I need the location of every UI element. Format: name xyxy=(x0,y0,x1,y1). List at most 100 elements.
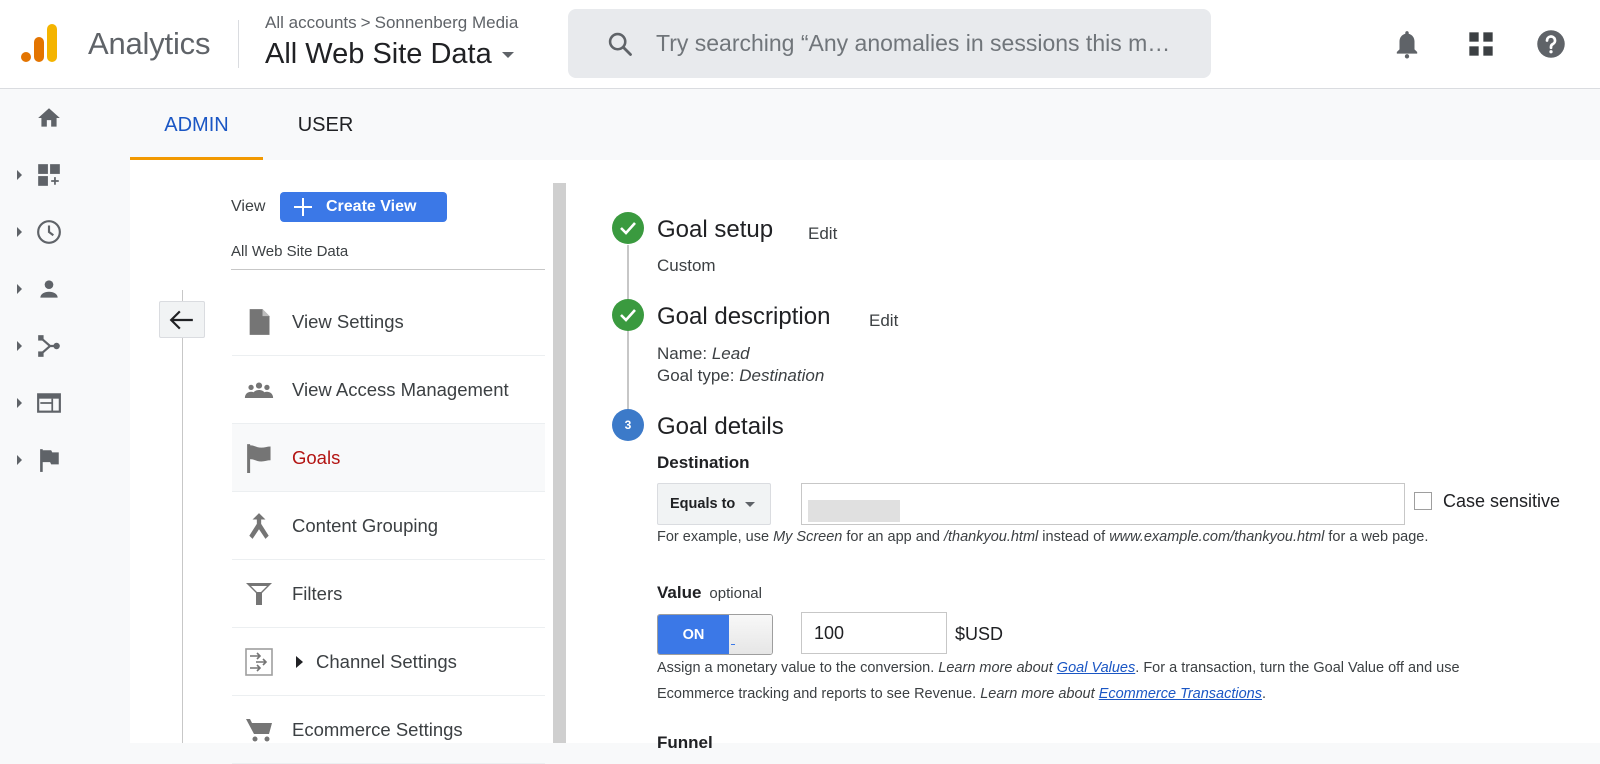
notifications-icon[interactable] xyxy=(1391,28,1423,60)
value-amount-input[interactable] xyxy=(801,612,947,654)
value-help-line-1: Assign a monetary value to the conversio… xyxy=(657,660,1460,676)
search-icon xyxy=(608,32,632,56)
expand-arrow-icon xyxy=(17,341,22,351)
help-text: Learn more about xyxy=(980,686,1099,702)
view-menu: View Settings View Access Management Goa… xyxy=(232,288,545,764)
view-column-label: View xyxy=(231,198,266,215)
help-example: /thankyou.html xyxy=(943,529,1039,545)
currency-label: $USD xyxy=(955,624,1004,644)
expand-arrow-icon xyxy=(17,455,22,465)
search-input[interactable] xyxy=(656,30,1201,57)
view-selector-label: All Web Site Data xyxy=(265,38,492,70)
menu-item-view-settings[interactable]: View Settings xyxy=(232,288,545,356)
value-label-text: Value xyxy=(657,583,702,602)
menu-item-channel-settings[interactable]: Channel Settings xyxy=(232,628,545,696)
expand-arrow-icon[interactable] xyxy=(296,655,303,668)
breadcrumb-root[interactable]: All accounts xyxy=(265,13,357,32)
breadcrumb-account[interactable]: Sonnenberg Media xyxy=(375,13,519,32)
help-example: www.example.com/thankyou.html xyxy=(1109,529,1325,545)
help-icon[interactable] xyxy=(1535,28,1567,60)
value-label: Value optional xyxy=(657,583,762,603)
expand-arrow-icon xyxy=(17,170,22,180)
goal-setup-summary: Custom xyxy=(657,256,716,275)
filter-icon xyxy=(246,582,272,605)
rail-item-customization[interactable] xyxy=(0,155,100,195)
breadcrumb[interactable]: All accounts > Sonnenberg Media xyxy=(265,13,518,33)
menu-item-filters[interactable]: Filters xyxy=(232,560,545,628)
ecommerce-transactions-link[interactable]: Ecommerce Transactions xyxy=(1099,686,1262,702)
goal-type-label: Goal type: xyxy=(657,366,735,385)
step-title-goal-details: Goal details xyxy=(657,413,784,440)
create-view-button[interactable]: Create View xyxy=(280,192,447,222)
goal-name-label: Name: xyxy=(657,344,708,363)
rail-item-audience[interactable] xyxy=(0,269,100,309)
help-text: Assign a monetary value to the conversio… xyxy=(657,660,939,676)
menu-item-goals[interactable]: Goals xyxy=(232,424,545,492)
step-complete-check-icon xyxy=(612,299,644,331)
tab-user[interactable]: USER xyxy=(263,90,388,160)
home-icon xyxy=(38,108,60,127)
cart-icon xyxy=(246,718,272,741)
plus-icon xyxy=(294,198,312,216)
breadcrumb-separator-icon: > xyxy=(360,13,371,32)
menu-item-view-access-management[interactable]: View Access Management xyxy=(232,356,545,424)
help-text: For example, use xyxy=(657,529,774,545)
goal-values-link[interactable]: Goal Values xyxy=(1057,660,1135,676)
menu-item-label: Goals xyxy=(292,446,341,468)
menu-item-content-grouping[interactable]: Content Grouping xyxy=(232,492,545,560)
column-connector-line xyxy=(182,290,183,743)
match-type-dropdown[interactable]: Equals to xyxy=(657,483,771,525)
expand-arrow-icon xyxy=(17,227,22,237)
goal-name-value: Lead xyxy=(711,344,750,363)
tab-admin[interactable]: ADMIN xyxy=(130,90,263,160)
help-example: My Screen xyxy=(773,529,843,545)
rail-item-home[interactable] xyxy=(0,98,100,138)
value-toggle[interactable]: ON xyxy=(657,614,773,655)
divider xyxy=(231,269,545,270)
create-view-label: Create View xyxy=(326,198,417,215)
apps-icon[interactable] xyxy=(1465,28,1497,60)
expand-arrow-icon xyxy=(17,284,22,294)
view-selector[interactable]: All Web Site Data xyxy=(265,38,514,71)
help-text: . xyxy=(1262,686,1267,702)
menu-item-ecommerce-settings[interactable]: Ecommerce Settings xyxy=(232,696,545,764)
audience-icon xyxy=(40,280,58,298)
edit-goal-description-link[interactable]: Edit xyxy=(869,311,898,331)
destination-label: Destination xyxy=(657,453,750,472)
edit-goal-setup-link[interactable]: Edit xyxy=(808,224,837,244)
toggle-knob xyxy=(729,615,772,654)
left-nav-rail xyxy=(0,90,130,743)
arrow-left-icon xyxy=(169,310,193,329)
realtime-icon xyxy=(37,220,61,244)
analytics-logo-icon[interactable] xyxy=(20,22,62,64)
toggle-on-label: ON xyxy=(658,615,729,654)
step-complete-check-icon xyxy=(612,212,644,244)
back-button[interactable] xyxy=(159,301,205,338)
current-view-name[interactable]: All Web Site Data xyxy=(231,243,348,260)
case-sensitive-checkbox[interactable] xyxy=(1414,492,1432,510)
case-sensitive-label[interactable]: Case sensitive xyxy=(1443,491,1560,512)
people-icon xyxy=(244,382,274,398)
value-help-line-2: Ecommerce tracking and reports to see Re… xyxy=(657,686,1266,702)
document-icon xyxy=(249,308,270,335)
column-scrollbar[interactable] xyxy=(553,183,566,743)
menu-item-label: Filters xyxy=(292,582,343,604)
rail-item-behavior[interactable] xyxy=(0,383,100,423)
destination-input[interactable] xyxy=(802,484,1404,524)
search-bar[interactable] xyxy=(568,9,1211,78)
optional-label: optional xyxy=(709,585,762,602)
help-text: Ecommerce tracking and reports to see Re… xyxy=(657,686,981,702)
step-title-goal-setup: Goal setup xyxy=(657,216,774,243)
merge-icon xyxy=(249,512,269,539)
acquisition-icon xyxy=(38,335,60,357)
behavior-icon xyxy=(37,393,61,413)
rail-item-conversions[interactable] xyxy=(0,440,100,480)
rail-item-realtime[interactable] xyxy=(0,212,100,252)
destination-help-text: For example, use My Screen for an app an… xyxy=(657,529,1428,545)
help-text: instead of xyxy=(1038,529,1110,545)
channel-icon xyxy=(245,647,273,676)
help-text: for an app and xyxy=(842,529,944,545)
help-text: Learn more about xyxy=(938,660,1057,676)
rail-item-acquisition[interactable] xyxy=(0,326,100,366)
destination-field[interactable] xyxy=(801,483,1405,525)
